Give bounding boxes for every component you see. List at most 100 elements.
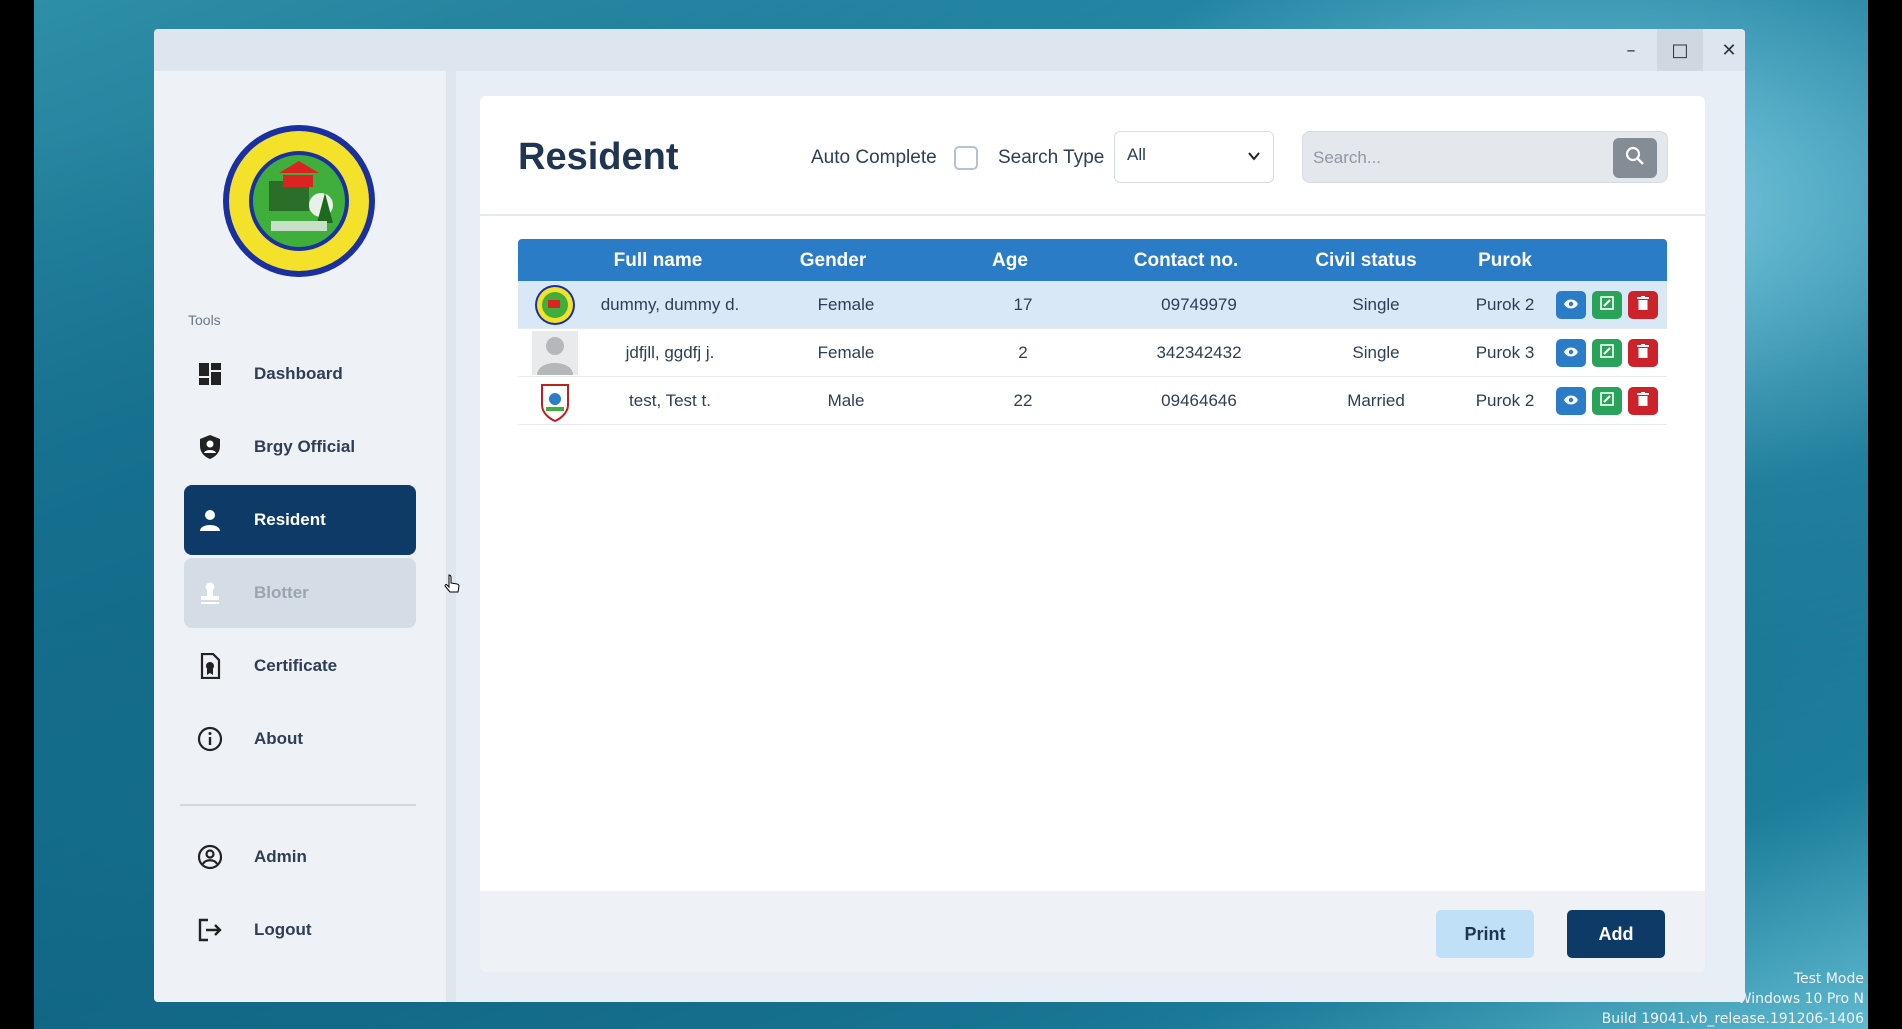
- table-row[interactable]: dummy, dummy d. Female 17 09749979 Singl…: [518, 281, 1667, 329]
- column-header-gender[interactable]: Gender: [800, 250, 867, 272]
- maximize-icon: □: [1671, 39, 1689, 61]
- delete-icon: [1637, 391, 1649, 411]
- sidebar-item-label: Brgy Official: [254, 437, 356, 456]
- sidebar-item-label: Resident: [254, 510, 326, 529]
- sidebar-item-dashboard[interactable]: Dashboard: [184, 339, 416, 409]
- person-icon: [196, 506, 224, 534]
- cell-contact: 09749979: [1161, 295, 1237, 314]
- tools-section-label: Tools: [188, 312, 221, 328]
- column-header-full-name[interactable]: Full name: [614, 250, 703, 272]
- edit-icon: [1600, 343, 1614, 363]
- view-button[interactable]: [1556, 291, 1586, 319]
- resident-table: Full name Gender Age Contact no. Civil s…: [518, 239, 1667, 425]
- sidebar-item-blotter[interactable]: Blotter: [184, 558, 416, 628]
- cell-age: 2: [1018, 343, 1028, 362]
- close-icon: ✕: [1721, 39, 1737, 61]
- cell-purok: Purok 3: [1475, 343, 1535, 362]
- cell-gender: Female: [817, 295, 875, 314]
- cell-age: 22: [1013, 391, 1033, 410]
- cell-contact: 342342432: [1156, 343, 1242, 362]
- cell-civil-status: Single: [1352, 343, 1400, 362]
- cell-civil-status: Single: [1352, 295, 1400, 314]
- certificate-file-icon: [196, 652, 224, 680]
- cell-full-name: jdfjll, ggdfj j.: [625, 343, 715, 362]
- sidebar-item-label: Logout: [254, 920, 312, 939]
- barangay-seal-avatar: [532, 283, 578, 327]
- delete-icon: [1637, 295, 1649, 315]
- print-button[interactable]: Print: [1436, 910, 1534, 958]
- maximize-button[interactable]: □: [1657, 29, 1703, 71]
- cell-purok: Purok 2: [1475, 391, 1535, 410]
- chevron-down-icon: [1247, 148, 1261, 168]
- user-circle-icon: [196, 843, 224, 871]
- sidebar-item-label: Blotter: [254, 583, 309, 602]
- delete-icon: [1637, 343, 1649, 363]
- logout-icon: [196, 916, 224, 944]
- sidebar: Tools Dashboard Brgy Official Resident B…: [154, 71, 446, 1002]
- column-header-age[interactable]: Age: [992, 250, 1028, 272]
- close-button[interactable]: ✕: [1706, 29, 1745, 71]
- sidebar-item-admin[interactable]: Admin: [184, 822, 416, 892]
- cell-full-name: test, Test t.: [629, 391, 711, 410]
- search-type-value: All: [1127, 145, 1146, 164]
- delete-button[interactable]: [1628, 291, 1658, 319]
- search-type-select[interactable]: All: [1114, 131, 1274, 183]
- cell-full-name: dummy, dummy d.: [600, 295, 740, 314]
- edit-button[interactable]: [1592, 291, 1622, 319]
- sidebar-item-label: Admin: [254, 847, 307, 866]
- minimize-icon: –: [1626, 39, 1636, 61]
- table-row[interactable]: jdfjll, ggdfj j. Female 2 342342432 Sing…: [518, 329, 1667, 377]
- mouse-cursor-icon: [444, 574, 460, 599]
- cell-contact: 09464646: [1161, 391, 1237, 410]
- column-header-contact[interactable]: Contact no.: [1134, 250, 1239, 272]
- content-footer: Print Add: [480, 891, 1705, 972]
- main-content: Resident Auto Complete Search Type All F…: [480, 96, 1705, 972]
- view-button[interactable]: [1556, 387, 1586, 415]
- sidebar-item-certificate[interactable]: Certificate: [184, 631, 416, 701]
- edit-button[interactable]: [1592, 339, 1622, 367]
- add-button[interactable]: Add: [1567, 910, 1665, 958]
- cell-gender: Male: [827, 391, 865, 410]
- search-icon: [1625, 146, 1645, 171]
- view-button[interactable]: [1556, 339, 1586, 367]
- column-header-purok[interactable]: Purok: [1478, 250, 1532, 272]
- stamp-icon: [196, 579, 224, 607]
- search-input[interactable]: [1313, 144, 1603, 172]
- table-header: Full name Gender Age Contact no. Civil s…: [518, 239, 1667, 281]
- default-person-avatar: [532, 331, 578, 375]
- sidebar-item-logout[interactable]: Logout: [184, 895, 416, 965]
- sidebar-item-label: About: [254, 729, 304, 748]
- sidebar-edge: [446, 71, 456, 1002]
- auto-complete-checkbox[interactable]: [954, 146, 978, 170]
- watermark-line-3: Build 19041.vb_release.191206-1406: [1601, 1011, 1864, 1027]
- sidebar-item-label: Certificate: [254, 656, 338, 675]
- cell-civil-status: Married: [1347, 391, 1405, 410]
- auto-complete-label: Auto Complete: [811, 147, 937, 168]
- search-box: [1302, 131, 1668, 183]
- sidebar-item-resident[interactable]: Resident: [184, 485, 416, 555]
- view-icon: [1563, 391, 1579, 411]
- dashboard-icon: [196, 360, 224, 388]
- edit-button[interactable]: [1592, 387, 1622, 415]
- cell-gender: Female: [817, 343, 875, 362]
- search-button[interactable]: [1613, 138, 1657, 178]
- edit-icon: [1600, 295, 1614, 315]
- column-header-civil-status[interactable]: Civil status: [1315, 250, 1416, 272]
- table-row[interactable]: test, Test t. Male 22 09464646 Married P…: [518, 377, 1667, 425]
- info-icon: [196, 725, 224, 753]
- sidebar-item-label: Dashboard: [254, 364, 343, 383]
- search-type-label: Search Type: [998, 147, 1105, 168]
- shield-user-icon: [196, 433, 224, 461]
- delete-button[interactable]: [1628, 339, 1658, 367]
- header-divider: [480, 214, 1705, 216]
- delete-button[interactable]: [1628, 387, 1658, 415]
- minimize-button[interactable]: –: [1608, 29, 1654, 71]
- edit-icon: [1600, 391, 1614, 411]
- title-bar: – □ ✕: [154, 29, 1745, 71]
- view-icon: [1563, 343, 1579, 363]
- page-title: Resident: [518, 136, 679, 178]
- cell-purok: Purok 2: [1475, 295, 1535, 314]
- sidebar-item-brgy-official[interactable]: Brgy Official: [184, 412, 416, 482]
- sidebar-item-about[interactable]: About: [184, 704, 416, 774]
- city-seal-avatar: [532, 379, 578, 423]
